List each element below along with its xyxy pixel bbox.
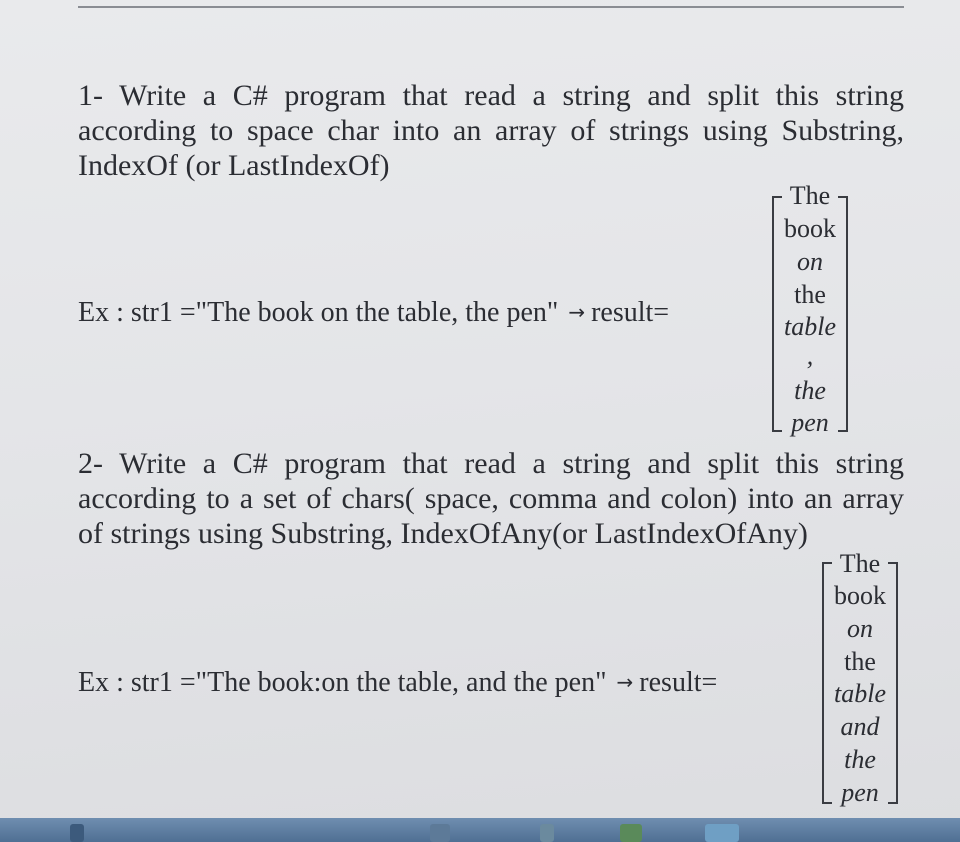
matrix-1-item: the	[794, 376, 826, 405]
matrix-1-item: table	[784, 312, 836, 341]
example-2-result-label: result=	[639, 667, 718, 698]
matrix-1-item: ,	[806, 341, 814, 370]
matrix-2-item: table	[834, 679, 886, 708]
question-2-text: 2- Write a C# program that read a string…	[78, 447, 904, 550]
example-1-result-label: result=	[591, 297, 670, 328]
taskbar-app-icon[interactable]	[540, 824, 554, 842]
matrix-2-item: the	[844, 647, 876, 676]
example-1-input: Ex : str1 ="The book on the table, the p…	[78, 297, 559, 328]
matrix-2-item: book	[834, 581, 886, 610]
matrix-1-item: pen	[791, 408, 829, 437]
question-1-text: 1- Write a C# program that read a string…	[78, 79, 904, 182]
matrix-2-item: and	[840, 712, 880, 741]
example-2-input: Ex : str1 ="The book:on the table, and t…	[78, 667, 607, 698]
top-rule	[78, 6, 904, 8]
result-matrix-2: The book on the table and the pen	[822, 550, 898, 807]
arrow-icon: →	[568, 300, 586, 324]
result-matrix-1: The book on the table , the pen	[772, 182, 848, 437]
arrow-icon: →	[616, 670, 634, 694]
matrix-1-item: book	[784, 214, 836, 243]
matrix-2-item: The	[839, 549, 881, 578]
matrix-1-item: The	[789, 181, 831, 210]
matrix-1-item: the	[794, 280, 826, 309]
matrix-2-item: the	[844, 745, 876, 774]
taskbar-app-icon[interactable]	[430, 824, 450, 842]
question-2-example: Ex : str1 ="The book:on the table, and t…	[78, 666, 717, 699]
matrix-2-item: pen	[841, 778, 879, 807]
taskbar-app-icon[interactable]	[620, 824, 642, 842]
matrix-1-item: on	[797, 247, 823, 276]
taskbar-app-icon[interactable]	[705, 824, 739, 842]
matrix-2-item: on	[847, 614, 873, 643]
question-1-example: Ex : str1 ="The book on the table, the p…	[78, 296, 669, 329]
taskbar	[0, 818, 960, 842]
taskbar-app-icon[interactable]	[70, 824, 84, 842]
